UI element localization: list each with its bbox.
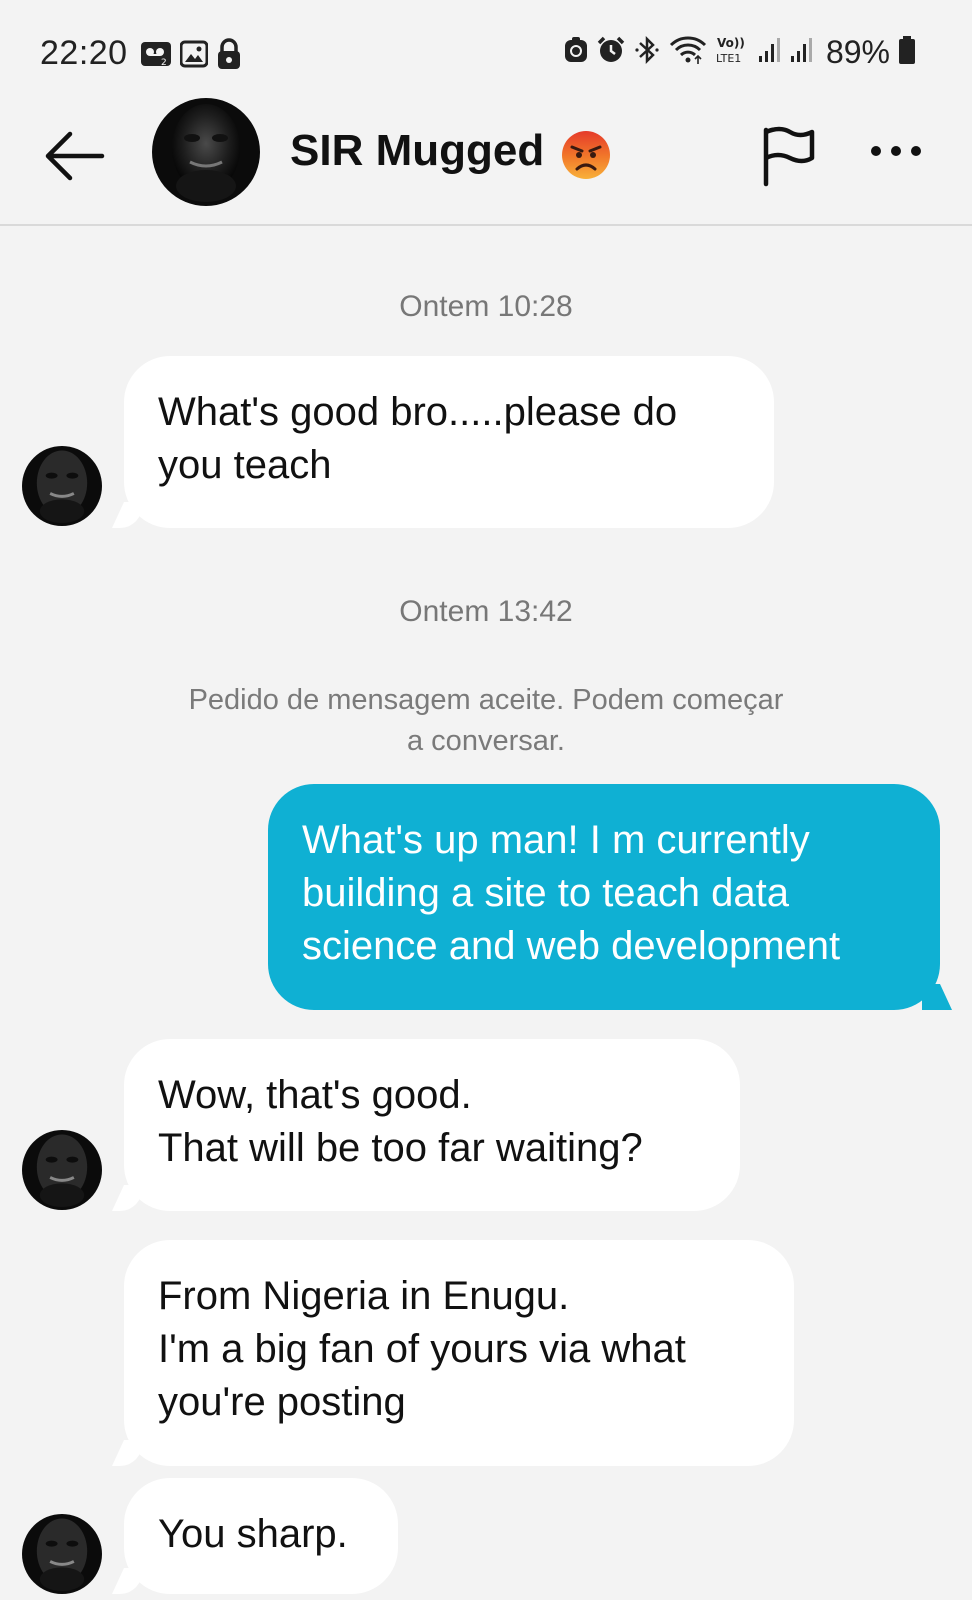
sender-avatar[interactable] — [22, 1514, 102, 1594]
status-bar: 22:20 2 Vo)) LTE1 89% — [0, 0, 972, 96]
outgoing-message[interactable]: What's up man! I m currently building a … — [268, 784, 940, 1010]
incoming-message[interactable]: What's good bro.....please do you teach — [124, 356, 774, 528]
svg-text:Vo)): Vo)) — [717, 36, 745, 50]
battery-icon — [898, 35, 916, 70]
app-icon — [564, 36, 588, 69]
svg-text:2: 2 — [161, 58, 167, 68]
incoming-message[interactable]: You sharp. — [124, 1478, 398, 1594]
sender-avatar[interactable] — [22, 446, 102, 526]
message-timestamp: Ontem 10:28 — [399, 290, 573, 323]
status-icons-left: 2 — [140, 38, 242, 75]
report-button[interactable] — [758, 124, 820, 188]
contact-avatar[interactable] — [152, 98, 260, 206]
sender-avatar[interactable] — [22, 1130, 102, 1210]
chat-screen: 22:20 2 Vo)) LTE1 89% SIR Mugged Ontem 1… — [0, 0, 972, 1600]
message-timestamp: Ontem 13:42 — [399, 595, 573, 628]
more-options-button[interactable] — [866, 136, 926, 166]
wifi-icon — [668, 35, 708, 70]
conversation-header: SIR Mugged — [0, 96, 972, 226]
more-icon — [871, 146, 921, 156]
volte-icon: Vo)) LTE1 — [716, 35, 750, 70]
flag-icon — [763, 126, 815, 187]
svg-text:LTE1: LTE1 — [716, 52, 741, 65]
voicemail-icon: 2 — [140, 40, 172, 73]
battery-percent: 89% — [825, 34, 890, 70]
angry-face-emoji — [560, 129, 612, 181]
incoming-message[interactable]: Wow, that's good. That will be too far w… — [124, 1039, 740, 1211]
back-arrow-icon — [45, 131, 105, 181]
signal-icon — [790, 36, 814, 69]
contact-name[interactable]: SIR Mugged — [290, 126, 544, 176]
bluetooth-icon — [634, 35, 660, 70]
status-time: 22:20 — [40, 34, 128, 72]
alarm-icon — [596, 35, 626, 70]
request-accepted-note: Pedido de mensagem aceite. Podem começar… — [188, 684, 784, 757]
signal-icon — [758, 36, 782, 69]
status-icons-right: Vo)) LTE1 89% — [564, 34, 916, 71]
incoming-message[interactable]: From Nigeria in Enugu. I'm a big fan of … — [124, 1240, 794, 1466]
gallery-icon — [179, 40, 209, 73]
lock-icon — [216, 38, 242, 75]
back-button[interactable] — [40, 126, 110, 186]
